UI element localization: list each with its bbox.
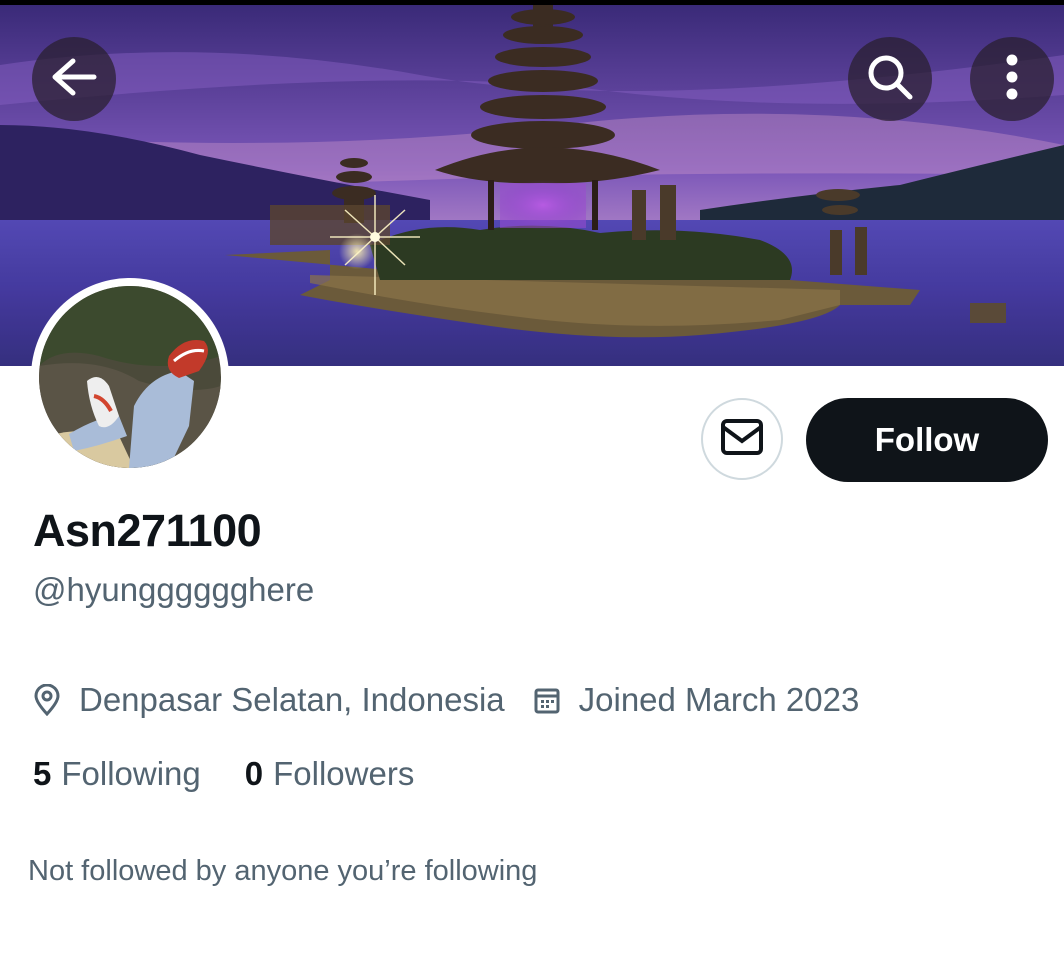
user-handle: @hyungggggghere	[33, 571, 315, 608]
joined-item: Joined March 2023	[533, 681, 860, 719]
following-label: Following	[61, 755, 201, 792]
location-text: Denpasar Selatan, Indonesia	[79, 681, 505, 718]
follow-counts: 5 Following 0 Followers	[33, 755, 414, 793]
location-pin-icon	[33, 684, 61, 716]
avatar-image	[39, 286, 221, 468]
search-icon	[866, 53, 914, 106]
profile-avatar[interactable]	[31, 278, 229, 476]
mutual-followers-note: Not followed by anyone you’re following	[28, 855, 538, 887]
search-button[interactable]	[848, 37, 932, 121]
more-options-button[interactable]	[970, 37, 1054, 121]
display-name: Asn271100	[33, 505, 262, 556]
following-link[interactable]: 5 Following	[33, 755, 201, 793]
followers-count: 0	[244, 755, 264, 792]
more-vertical-icon	[1005, 53, 1019, 106]
followers-label: Followers	[273, 755, 415, 792]
profile-meta: Denpasar Selatan, Indonesia Joined March…	[33, 678, 859, 722]
location-item: Denpasar Selatan, Indonesia	[33, 681, 505, 719]
mail-icon	[719, 417, 765, 462]
back-button[interactable]	[32, 37, 116, 121]
follow-button-label: Follow	[874, 421, 980, 458]
arrow-left-icon	[51, 57, 97, 102]
calendar-icon	[533, 685, 561, 715]
follow-button[interactable]: Follow	[806, 398, 1048, 482]
message-button[interactable]	[701, 398, 783, 480]
joined-text: Joined March 2023	[578, 681, 860, 718]
followers-link[interactable]: 0 Followers	[245, 755, 415, 793]
following-count: 5	[33, 755, 52, 792]
